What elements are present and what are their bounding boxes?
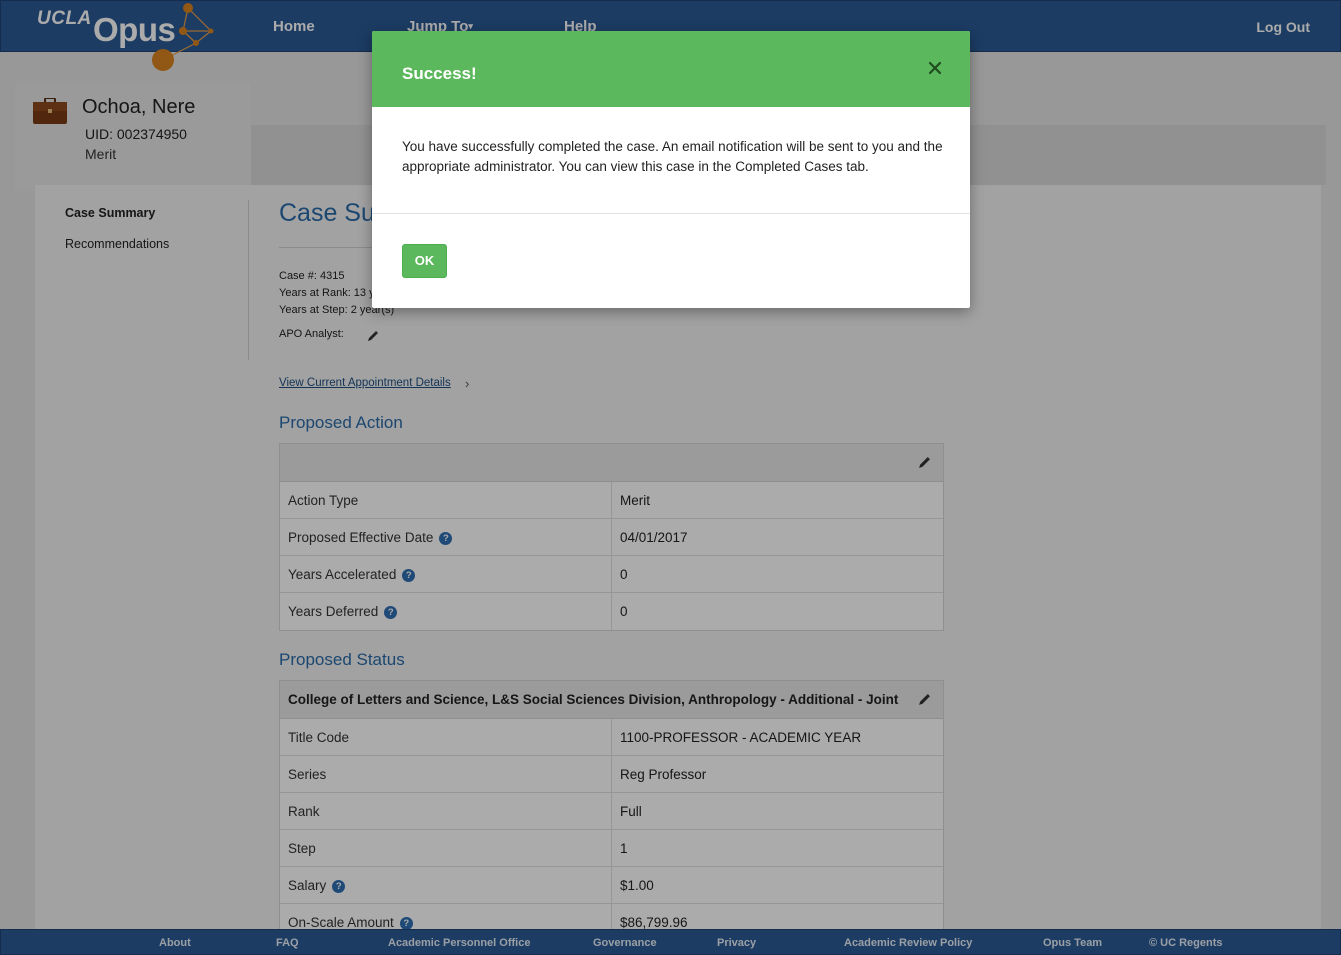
modal-header: Success! bbox=[372, 31, 970, 107]
success-modal: Success! You have successfully completed… bbox=[372, 31, 970, 308]
modal-divider bbox=[372, 213, 970, 214]
close-icon[interactable] bbox=[928, 61, 942, 75]
ok-button[interactable]: OK bbox=[402, 244, 447, 278]
modal-message: You have successfully completed the case… bbox=[402, 139, 943, 174]
modal-title: Success! bbox=[402, 64, 477, 83]
